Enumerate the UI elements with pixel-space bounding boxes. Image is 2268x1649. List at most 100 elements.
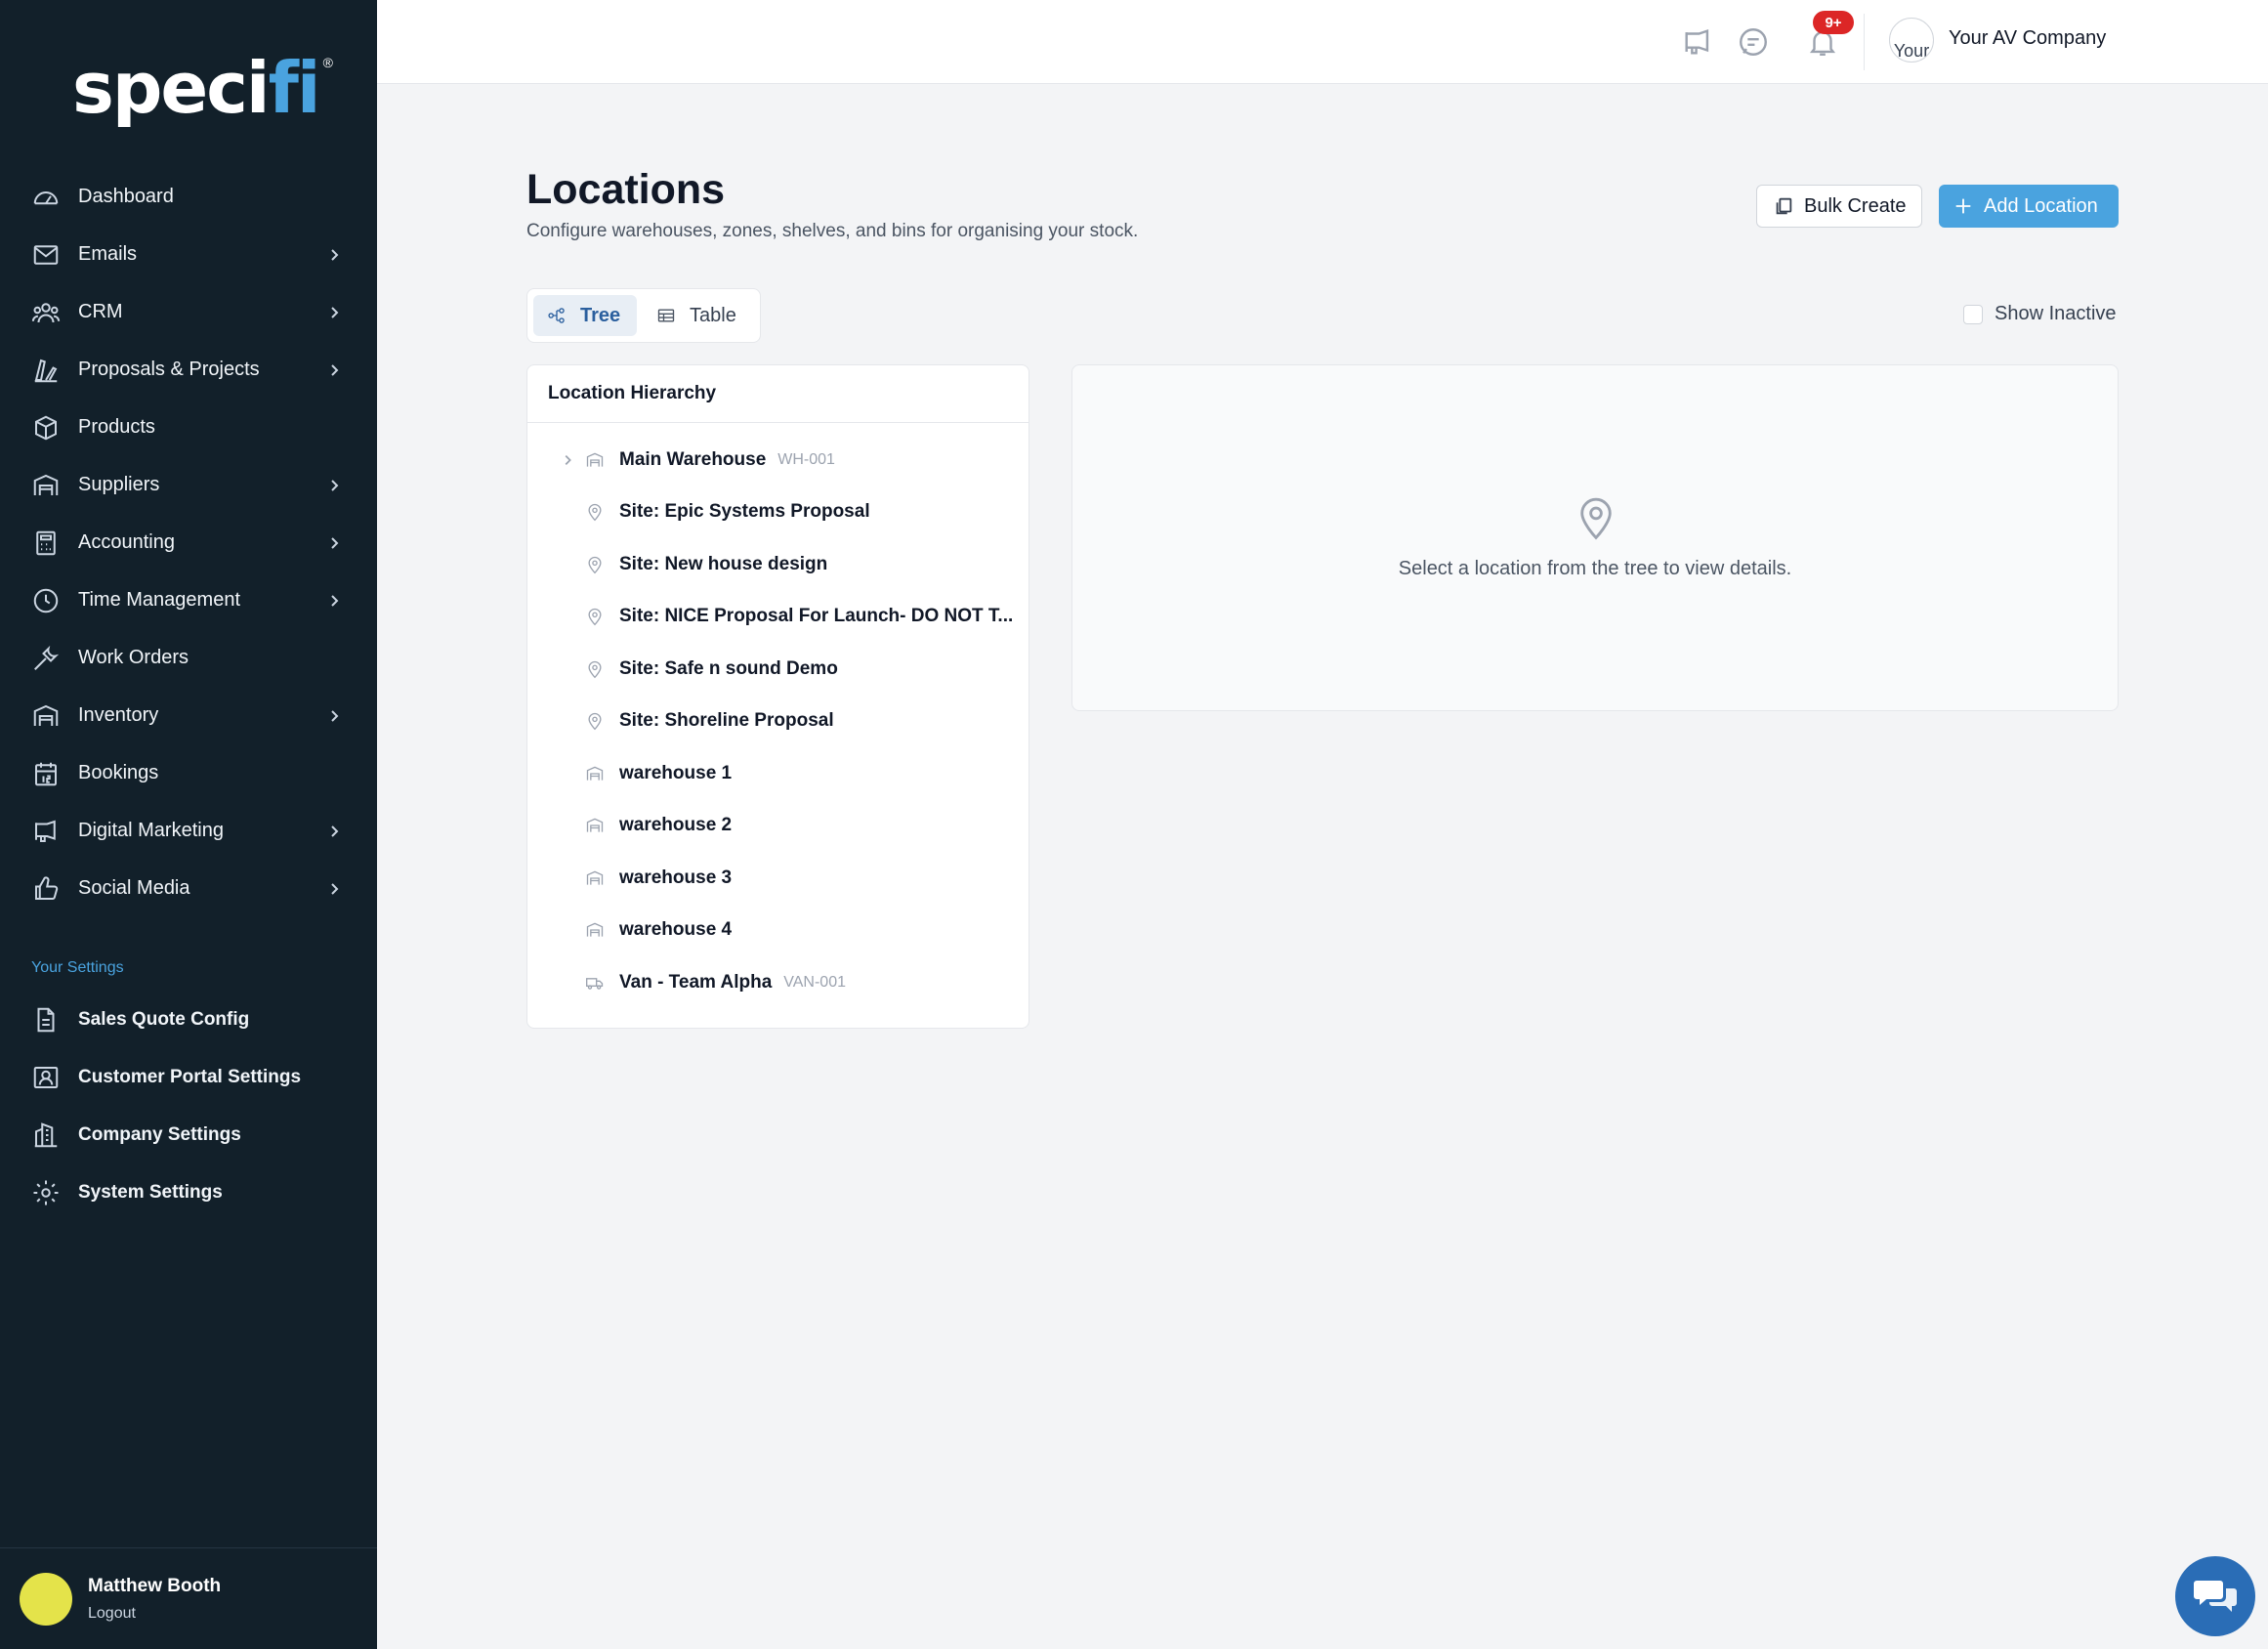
tab-tree[interactable]: Tree bbox=[533, 295, 637, 336]
map-pin-icon bbox=[1575, 492, 1617, 541]
tab-table[interactable]: Table bbox=[643, 295, 750, 336]
tree-row[interactable]: Site: Safe n sound Demo bbox=[527, 643, 1029, 696]
user-avatar[interactable] bbox=[20, 1572, 72, 1626]
sidebar-item-work-orders[interactable]: Work Orders bbox=[0, 629, 377, 687]
warehouse-icon bbox=[584, 867, 606, 889]
truck-icon bbox=[584, 972, 606, 994]
settings-nav: Sales Quote Config Customer Portal Settin… bbox=[0, 991, 377, 1221]
show-inactive-checkbox[interactable] bbox=[1963, 304, 1983, 324]
sidebar-item-crm[interactable]: CRM bbox=[0, 283, 377, 341]
tree-row[interactable]: warehouse 1 bbox=[527, 747, 1029, 800]
sidebar-item-digital-marketing[interactable]: Digital Marketing bbox=[0, 802, 377, 860]
bulk-create-label: Bulk Create bbox=[1804, 194, 1907, 217]
plus-icon bbox=[1955, 198, 1971, 214]
tree-row[interactable]: Main Warehouse WH-001 bbox=[527, 434, 1029, 486]
company-name[interactable]: Your AV Company bbox=[1949, 27, 2106, 50]
tree-row-code: WH-001 bbox=[777, 450, 835, 468]
tab-table-label: Table bbox=[690, 304, 736, 326]
sidebar-item-company-settings[interactable]: Company Settings bbox=[0, 1106, 377, 1163]
tree-row[interactable]: Site: Epic Systems Proposal bbox=[527, 486, 1029, 539]
sidebar-item-label: Products bbox=[78, 416, 155, 438]
tree-icon bbox=[548, 308, 565, 323]
document-icon bbox=[31, 1005, 61, 1035]
sidebar-item-products[interactable]: Products bbox=[0, 399, 377, 456]
calculator-icon bbox=[31, 529, 61, 558]
show-inactive-toggle[interactable]: Show Inactive bbox=[1963, 303, 2117, 325]
sidebar-item-label: Customer Portal Settings bbox=[78, 1066, 302, 1087]
sidebar: specifi ® Dashboard Emails CRM Proposals & … bbox=[0, 0, 377, 1649]
sidebar-item-label: Emails bbox=[78, 243, 138, 265]
chevron-right-icon bbox=[326, 824, 342, 839]
sidebar-item-sales-quote-config[interactable]: Sales Quote Config bbox=[0, 991, 377, 1048]
sidebar-item-label: Dashboard bbox=[78, 186, 174, 207]
sidebar-item-time-management[interactable]: Time Management bbox=[0, 571, 377, 629]
table-icon bbox=[657, 309, 675, 322]
sidebar-item-suppliers[interactable]: Suppliers bbox=[0, 456, 377, 514]
tree-row[interactable]: Site: Shoreline Proposal bbox=[527, 696, 1029, 748]
settings-heading: Your Settings bbox=[31, 959, 124, 976]
tree-row-code: VAN-001 bbox=[783, 973, 846, 991]
warehouse-icon bbox=[584, 449, 606, 471]
location-hierarchy-panel: Location Hierarchy Main Warehouse WH-001 S… bbox=[526, 364, 1029, 1029]
tree-row[interactable]: warehouse 2 bbox=[527, 800, 1029, 853]
tree-row[interactable]: warehouse 4 bbox=[527, 905, 1029, 957]
chevron-right-icon[interactable] bbox=[557, 449, 578, 471]
tree-row[interactable]: Site: New house design bbox=[527, 538, 1029, 591]
chat-bubble-icon[interactable] bbox=[1737, 25, 1770, 59]
sidebar-item-system-settings[interactable]: System Settings bbox=[0, 1163, 377, 1221]
show-inactive-label: Show Inactive bbox=[1995, 303, 2117, 324]
sidebar-item-emails[interactable]: Emails bbox=[0, 226, 377, 283]
company-avatar[interactable]: Your bbox=[1889, 18, 1934, 63]
sidebar-item-label: System Settings bbox=[78, 1181, 223, 1203]
chevron-right-icon bbox=[326, 247, 342, 263]
warehouse-icon bbox=[31, 701, 61, 731]
box-icon bbox=[31, 413, 61, 443]
tree-row[interactable]: Van - Team Alpha VAN-001 bbox=[527, 956, 1029, 1009]
chevron-right-icon bbox=[326, 362, 342, 378]
tree-row-name: warehouse 4 bbox=[619, 919, 733, 941]
sidebar-item-dashboard[interactable]: Dashboard bbox=[0, 168, 377, 226]
chevron-right-icon bbox=[326, 305, 342, 320]
map-pin-icon bbox=[584, 710, 606, 732]
bulk-create-button[interactable]: Bulk Create bbox=[1756, 185, 1922, 228]
add-location-button[interactable]: Add Location bbox=[1939, 185, 2119, 228]
tree-row-name: warehouse 2 bbox=[619, 815, 733, 836]
sidebar-item-social-media[interactable]: Social Media bbox=[0, 860, 377, 917]
chevron-right-icon bbox=[326, 478, 342, 493]
add-location-label: Add Location bbox=[1984, 194, 2098, 217]
megaphone-icon bbox=[31, 817, 61, 846]
live-chat-button[interactable] bbox=[2175, 1556, 2255, 1636]
megaphone-icon[interactable] bbox=[1681, 25, 1714, 59]
portrait-icon bbox=[31, 1063, 61, 1092]
logout-link[interactable]: Logout bbox=[88, 1605, 221, 1623]
sidebar-item-accounting[interactable]: Accounting bbox=[0, 514, 377, 571]
sidebar-item-label: Company Settings bbox=[78, 1123, 241, 1145]
main-nav: Dashboard Emails CRM Proposals & Projects Pr… bbox=[0, 168, 377, 917]
thumbs-up-icon bbox=[31, 874, 61, 904]
location-hierarchy-heading: Location Hierarchy bbox=[527, 365, 1029, 423]
clock-icon bbox=[31, 586, 61, 615]
map-pin-icon bbox=[584, 658, 606, 680]
sidebar-item-label: Accounting bbox=[78, 531, 175, 553]
sidebar-item-bookings[interactable]: Bookings bbox=[0, 744, 377, 802]
specifi-logo[interactable]: specifi ® bbox=[72, 47, 333, 129]
user-block: Matthew Booth Logout bbox=[0, 1547, 377, 1649]
sidebar-item-label: Inventory bbox=[78, 704, 159, 726]
copy-icon bbox=[1776, 197, 1792, 215]
warehouse-icon bbox=[584, 919, 606, 941]
sidebar-item-customer-portal-settings[interactable]: Customer Portal Settings bbox=[0, 1048, 377, 1106]
tree-row[interactable]: Site: NICE Proposal For Launch- DO NOT T… bbox=[527, 591, 1029, 644]
sidebar-item-inventory[interactable]: Inventory bbox=[0, 687, 377, 744]
sidebar-item-label: Proposals & Projects bbox=[78, 359, 260, 380]
tree-row[interactable]: warehouse 3 bbox=[527, 852, 1029, 905]
topbar-divider bbox=[1864, 14, 1865, 70]
tree-row-name: Van - Team Alpha bbox=[619, 971, 773, 993]
sidebar-item-proposals-projects[interactable]: Proposals & Projects bbox=[0, 341, 377, 399]
sidebar-item-label: Suppliers bbox=[78, 474, 160, 495]
tree-row-name: Site: NICE Proposal For Launch- DO NOT T… bbox=[619, 606, 1014, 627]
